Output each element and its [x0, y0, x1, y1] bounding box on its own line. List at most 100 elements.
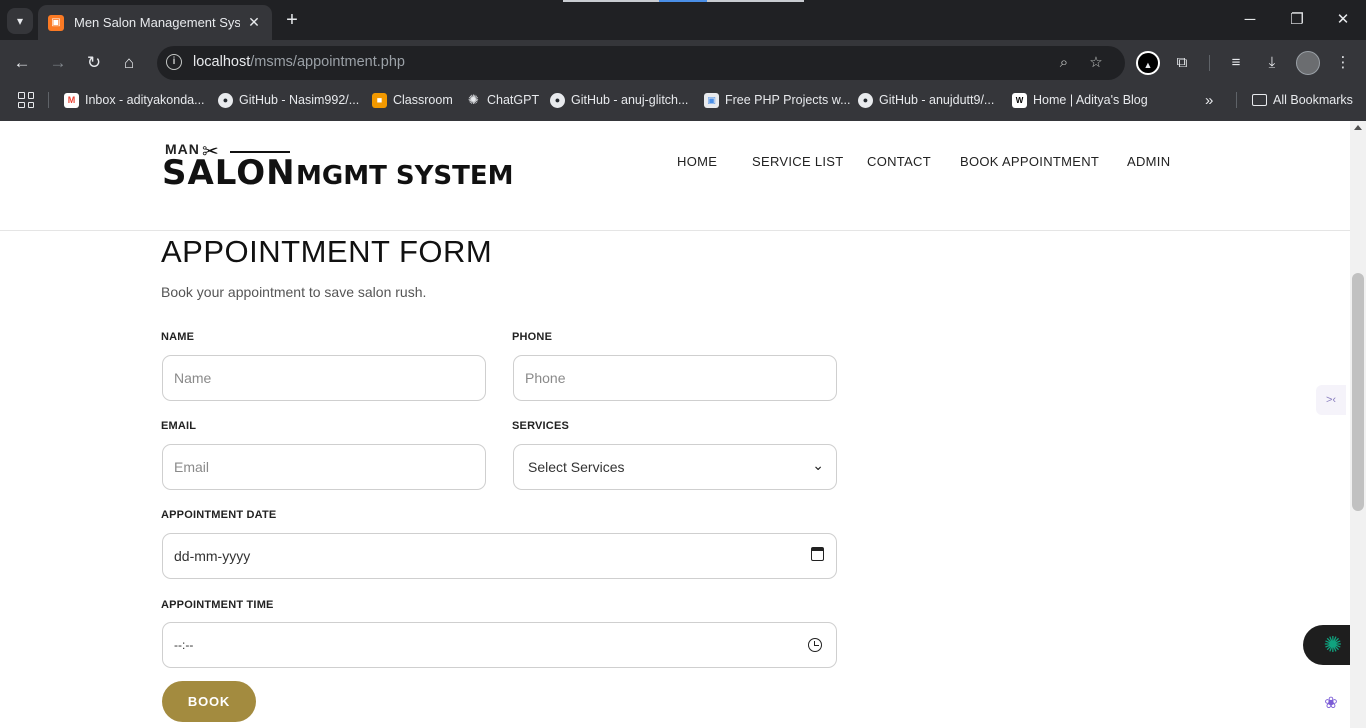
appointment-date-field[interactable]: dd-mm-yyyy	[162, 533, 837, 579]
bookmark-label: GitHub - Nasim992/...	[239, 93, 360, 107]
new-tab-icon[interactable]: +	[280, 8, 304, 32]
close-window-icon[interactable]: ✕	[1333, 10, 1353, 30]
chatgpt-assistant-icon[interactable]: ✺	[1303, 625, 1350, 665]
services-selected-value: Select Services	[528, 459, 625, 475]
forward-icon[interactable]: →	[45, 50, 71, 76]
appointment-time-field[interactable]: --:--	[162, 622, 837, 668]
bookmark-label: Home | Aditya's Blog	[1033, 93, 1148, 107]
bookmark-item[interactable]: M Inbox - adityakonda...	[64, 90, 205, 110]
tab-title: Men Salon Management System	[74, 15, 240, 30]
bookmark-item[interactable]: ▣ Free PHP Projects w...	[704, 90, 851, 110]
time-value: --:--	[174, 638, 194, 652]
chatgpt-icon: ✺	[468, 92, 479, 107]
bookmark-label: Free PHP Projects w...	[725, 93, 851, 107]
classroom-icon: ■	[372, 92, 387, 108]
zoom-icon[interactable]: ⌕	[1053, 52, 1075, 74]
toolbar-separator	[1209, 55, 1210, 71]
close-tab-icon[interactable]: ✕	[246, 14, 262, 31]
email-field[interactable]: Email	[162, 444, 486, 490]
wix-icon: W	[1012, 92, 1027, 108]
scrollbar-thumb[interactable]	[1352, 273, 1364, 511]
reload-icon[interactable]: ↻	[81, 50, 107, 76]
bookmarks-bar: M Inbox - adityakonda... ● GitHub - Nasim9…	[0, 88, 1366, 112]
tab-bar: ▾ ▣ Men Salon Management System ✕ + ─ ❐ …	[0, 0, 1366, 40]
services-select[interactable]: Select Services ⌄	[513, 444, 837, 490]
menu-kebab-icon[interactable]: ⋮	[1331, 51, 1355, 75]
extensions-puzzle-icon[interactable]: ⧉	[1170, 51, 1194, 75]
scroll-up-icon[interactable]	[1354, 125, 1362, 130]
bookmark-item[interactable]: ■ Classroom	[372, 90, 453, 110]
name-label: NAME	[161, 331, 195, 343]
book-button[interactable]: BOOK	[162, 681, 256, 722]
site-header: MAN ✂ SALON MGMT SYSTEM HOME SERVICE LIS…	[0, 121, 1350, 231]
bookmark-label: Inbox - adityakonda...	[85, 93, 205, 107]
github-icon: ●	[550, 92, 565, 108]
folder-icon	[1252, 94, 1267, 106]
xampp-favicon-icon: ▣	[48, 14, 64, 31]
browser-chrome: ▾ ▣ Men Salon Management System ✕ + ─ ❐ …	[0, 0, 1366, 121]
logo-mgmt-text: MGMT SYSTEM	[296, 161, 514, 191]
chevron-down-icon: ⌄	[812, 457, 824, 473]
all-bookmarks-label: All Bookmarks	[1273, 93, 1353, 107]
url-text[interactable]: localhost/msms/appointment.php	[193, 54, 405, 70]
address-bar[interactable]: i localhost/msms/appointment.php ⌕ ☆	[157, 46, 1125, 80]
nav-admin[interactable]: ADMIN	[1127, 154, 1170, 169]
page-scrollbar[interactable]	[1350, 121, 1366, 728]
tab-strip-indicator	[659, 0, 707, 2]
tab-strip-indicator	[563, 0, 659, 2]
bookmark-label: Classroom	[393, 93, 453, 107]
nav-book-appointment[interactable]: BOOK APPOINTMENT	[960, 154, 1099, 169]
back-icon[interactable]: ←	[9, 50, 35, 76]
clock-icon[interactable]	[808, 638, 822, 652]
all-bookmarks-button[interactable]: All Bookmarks	[1252, 90, 1353, 110]
bookmark-item[interactable]: W Home | Aditya's Blog	[1012, 90, 1148, 110]
page-subtitle: Book your appointment to save salon rush…	[161, 284, 427, 300]
home-icon[interactable]: ⌂	[116, 50, 142, 76]
email-placeholder: Email	[174, 459, 210, 475]
phone-field[interactable]: Phone	[513, 355, 837, 401]
gmail-icon: M	[64, 92, 79, 108]
phone-label: PHONE	[512, 331, 553, 343]
email-label: EMAIL	[161, 420, 197, 432]
profile-avatar[interactable]	[1296, 51, 1320, 75]
bookmark-label: GitHub - anujdutt9/...	[879, 93, 995, 107]
download-icon[interactable]: ⤓	[1260, 51, 1284, 75]
bookmark-star-icon[interactable]: ☆	[1085, 52, 1107, 74]
tab-search-icon[interactable]: ▾	[7, 8, 33, 34]
site-logo[interactable]: MAN ✂ SALON MGMT SYSTEM	[162, 139, 514, 193]
page-content: MAN ✂ SALON MGMT SYSTEM HOME SERVICE LIS…	[0, 121, 1350, 728]
tab-strip-indicator	[707, 0, 804, 2]
calendar-icon[interactable]	[811, 547, 824, 561]
bookmark-item[interactable]: ✺ ChatGPT	[466, 90, 539, 110]
nav-home[interactable]: HOME	[677, 154, 717, 169]
logo-salon-text: SALON	[162, 153, 296, 193]
media-control-icon[interactable]: ≡	[1224, 51, 1248, 75]
bookmark-item[interactable]: ● GitHub - anujdutt9/...	[858, 90, 994, 110]
site-info-icon[interactable]: i	[166, 54, 182, 70]
name-field[interactable]: Name	[162, 355, 486, 401]
restore-icon[interactable]: ❐	[1287, 10, 1307, 30]
url-path: /msms/appointment.php	[250, 54, 405, 70]
services-label: SERVICES	[512, 420, 570, 432]
github-icon: ●	[218, 92, 233, 108]
bookmark-label: ChatGPT	[487, 93, 540, 107]
bookmark-item[interactable]: ● GitHub - Nasim992/...	[218, 90, 359, 110]
name-placeholder: Name	[174, 370, 212, 386]
bookmark-item[interactable]: ● GitHub - anuj-glitch...	[550, 90, 688, 110]
time-label: APPOINTMENT TIME	[161, 599, 274, 611]
extension-triangle-icon[interactable]: ▲	[1136, 51, 1160, 75]
date-label: APPOINTMENT DATE	[161, 509, 277, 521]
more-bookmarks-icon[interactable]: »	[1205, 90, 1213, 110]
page-title: APPOINTMENT FORM	[161, 234, 493, 269]
brain-assistant-icon[interactable]: ❀	[1318, 691, 1344, 717]
side-widget-icon[interactable]: >‹	[1316, 385, 1346, 415]
nav-contact[interactable]: CONTACT	[867, 154, 931, 169]
minimize-icon[interactable]: ─	[1240, 10, 1260, 30]
url-host: localhost	[193, 54, 251, 70]
date-value: dd-mm-yyyy	[174, 548, 251, 564]
php-icon: ▣	[704, 92, 719, 108]
phone-placeholder: Phone	[525, 370, 566, 386]
nav-service-list[interactable]: SERVICE LIST	[752, 154, 844, 169]
tab-active[interactable]: ▣ Men Salon Management System ✕	[38, 5, 272, 40]
bookmark-label: GitHub - anuj-glitch...	[571, 93, 689, 107]
